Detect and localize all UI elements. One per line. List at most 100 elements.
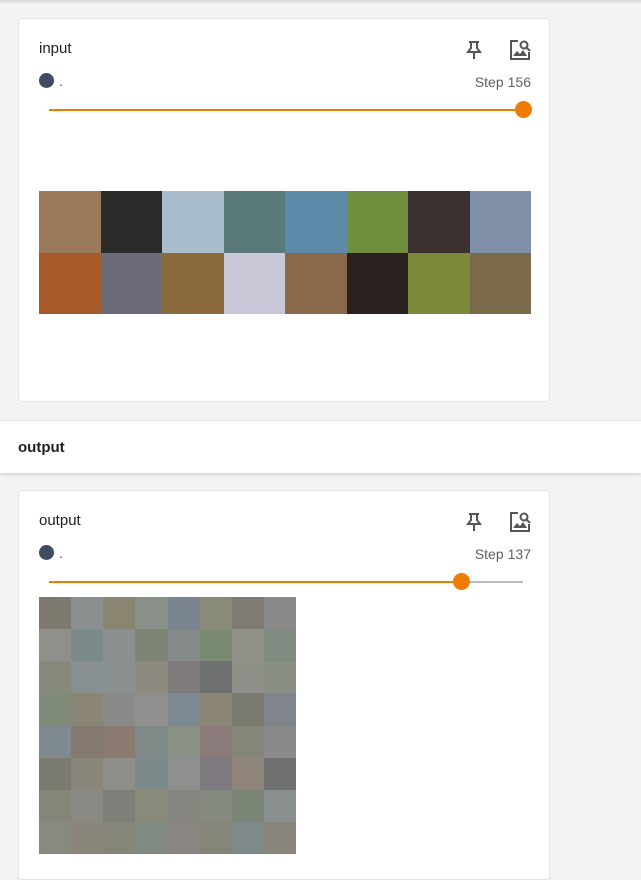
- image-tile: [135, 757, 168, 790]
- image-tile: [103, 629, 136, 662]
- image-tile: [39, 757, 72, 790]
- image-tile: [162, 252, 224, 314]
- image-tile: [100, 191, 162, 253]
- slider-thumb[interactable]: [515, 101, 532, 118]
- image-tile: [199, 757, 232, 790]
- image-search-icon[interactable]: [507, 509, 533, 535]
- image-tile: [199, 789, 232, 822]
- step-slider[interactable]: [49, 101, 532, 119]
- step-value: 156: [507, 74, 531, 90]
- image-tile: [103, 757, 136, 790]
- image-search-icon[interactable]: [507, 37, 533, 63]
- image-tile: [71, 725, 104, 758]
- image-tile: [39, 725, 72, 758]
- pin-icon[interactable]: [461, 509, 487, 535]
- image-tile: [135, 597, 168, 630]
- image-tile: [103, 821, 136, 854]
- top-shadow: [0, 0, 641, 4]
- image-tile: [71, 757, 104, 790]
- image-tile: [231, 693, 264, 726]
- image-tile: [231, 757, 264, 790]
- image-tile: [263, 693, 296, 726]
- image-tile: [231, 725, 264, 758]
- image-tile: [167, 725, 200, 758]
- run-color-dot: [39, 73, 54, 88]
- image-tile: [263, 757, 296, 790]
- image-tile: [100, 252, 162, 314]
- image-tile: [135, 725, 168, 758]
- image-tile: [199, 629, 232, 662]
- image-tile: [263, 789, 296, 822]
- image-tile: [231, 789, 264, 822]
- image-tile: [199, 693, 232, 726]
- image-tile: [231, 597, 264, 630]
- image-tile: [167, 597, 200, 630]
- image-tile: [167, 629, 200, 662]
- image-tile: [199, 597, 232, 630]
- run-label: .: [59, 73, 63, 89]
- card-title: output: [39, 512, 81, 529]
- step-readout: Step 156: [471, 74, 531, 90]
- image-tile: [103, 597, 136, 630]
- input-image-grid: [39, 191, 531, 314]
- image-tile: [408, 191, 470, 253]
- image-tile: [39, 693, 72, 726]
- card-title: input: [39, 40, 72, 57]
- image-tile: [223, 252, 285, 314]
- image-tile: [162, 191, 224, 253]
- image-tile: [39, 661, 72, 694]
- step-readout: Step 137: [471, 546, 531, 562]
- image-tile: [103, 789, 136, 822]
- image-tile: [285, 191, 347, 253]
- image-tile: [135, 693, 168, 726]
- step-slider[interactable]: [49, 573, 523, 591]
- slider-thumb[interactable]: [453, 573, 471, 590]
- image-tile: [135, 629, 168, 662]
- image-tile: [135, 789, 168, 822]
- slider-fill: [49, 109, 523, 111]
- pin-icon[interactable]: [461, 37, 487, 63]
- image-tile: [346, 252, 408, 314]
- image-tile: [263, 725, 296, 758]
- image-tile: [231, 661, 264, 694]
- image-tile: [39, 191, 101, 253]
- image-tile: [103, 693, 136, 726]
- image-tile: [39, 789, 72, 822]
- image-tile: [71, 597, 104, 630]
- image-tile: [408, 252, 470, 314]
- input-card: input . Step 156: [18, 18, 550, 402]
- image-tile: [167, 821, 200, 854]
- slider-fill: [49, 581, 462, 583]
- image-tile: [231, 629, 264, 662]
- image-tile: [469, 191, 531, 253]
- step-label: Step: [474, 74, 504, 90]
- step-value: 137: [507, 546, 531, 562]
- image-tile: [39, 597, 72, 630]
- image-tile: [263, 597, 296, 630]
- image-tile: [285, 252, 347, 314]
- step-label: Step: [474, 546, 504, 562]
- image-tile: [39, 252, 101, 314]
- output-card: output . Step 137: [18, 490, 550, 880]
- image-tile: [71, 821, 104, 854]
- image-tile: [135, 821, 168, 854]
- image-tile: [223, 191, 285, 253]
- image-tile: [103, 725, 136, 758]
- image-tile: [71, 661, 104, 694]
- image-tile: [39, 821, 72, 854]
- image-tile: [263, 629, 296, 662]
- section-title: output: [18, 439, 65, 456]
- image-tile: [103, 661, 136, 694]
- image-tile: [346, 191, 408, 253]
- image-tile: [199, 821, 232, 854]
- run-label: .: [59, 545, 63, 561]
- image-tile: [263, 821, 296, 854]
- image-tile: [167, 789, 200, 822]
- image-tile: [39, 629, 72, 662]
- image-tile: [263, 661, 296, 694]
- output-section-header[interactable]: output: [0, 420, 641, 473]
- image-tile: [71, 693, 104, 726]
- image-tile: [167, 693, 200, 726]
- image-tile: [135, 661, 168, 694]
- output-image-grid: [39, 597, 296, 854]
